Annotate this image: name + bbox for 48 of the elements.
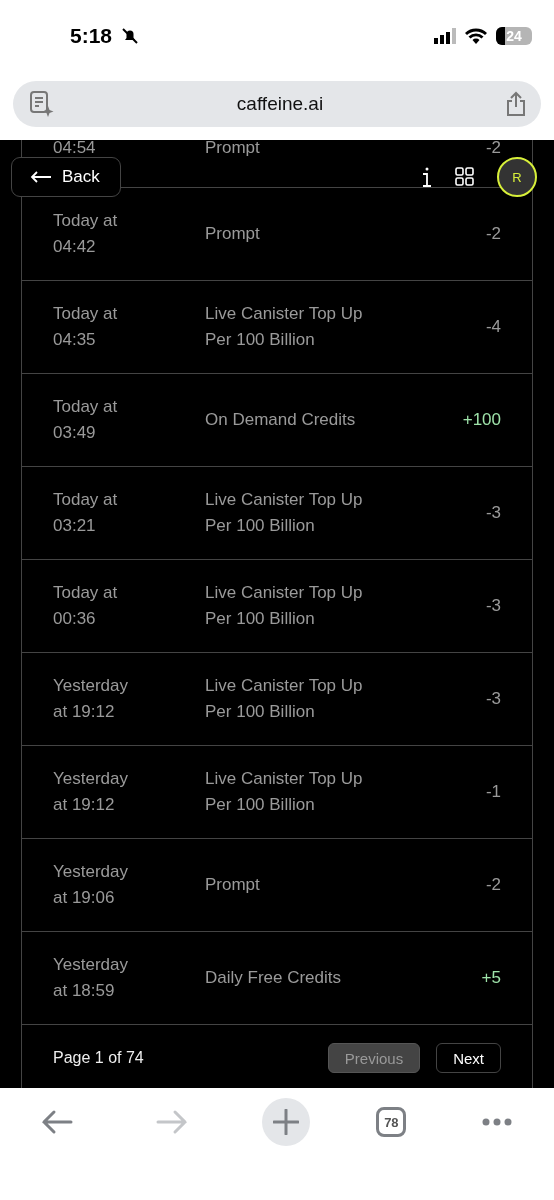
clock-time: 5:18: [70, 24, 113, 48]
transaction-amount: -2: [485, 223, 501, 245]
next-button[interactable]: Next: [436, 1043, 501, 1073]
share-icon[interactable]: [505, 91, 527, 117]
transaction-time: 04:54: [53, 140, 96, 159]
transaction-description: Live Canister Top Up Per 100 Billion: [205, 768, 363, 816]
transaction-time: Today at 03:21: [53, 489, 118, 537]
transaction-description: Prompt: [205, 223, 260, 245]
page-indicator: Page 1 of 74: [53, 1049, 145, 1067]
transaction-time: Yesterday at 19:06: [53, 861, 128, 909]
page-sparkle-icon[interactable]: [29, 90, 55, 118]
battery-icon: 24: [496, 27, 532, 45]
transaction-description: Live Canister Top Up Per 100 Billion: [205, 489, 363, 537]
transaction-amount: -3: [485, 595, 501, 617]
transaction-description: Prompt: [205, 874, 260, 896]
signal-icon: [434, 28, 456, 44]
tabs-button[interactable]: 78: [376, 1107, 407, 1137]
back-button[interactable]: Back: [11, 157, 121, 197]
new-tab-button[interactable]: [261, 1098, 310, 1146]
transaction-amount: +5: [481, 967, 501, 989]
transaction-time: Today at 03:49: [53, 396, 118, 444]
transaction-amount: -2: [485, 140, 501, 159]
transaction-description: Daily Free Credits: [205, 967, 342, 989]
transaction-time: Today at 04:35: [53, 303, 118, 351]
transaction-time: Yesterday at 18:59: [53, 954, 128, 1002]
transaction-amount: +100: [462, 409, 501, 431]
address-bar[interactable]: caffeine.ai: [13, 81, 541, 127]
avatar[interactable]: R: [497, 157, 537, 197]
transaction-amount: -1: [485, 781, 501, 803]
transaction-description: Live Canister Top Up Per 100 Billion: [205, 303, 363, 351]
transaction-description: Prompt: [205, 140, 260, 159]
wifi-icon: [464, 27, 488, 45]
plus-icon: [272, 1109, 299, 1135]
url-text: caffeine.ai: [236, 93, 324, 115]
transaction-amount: -4: [485, 316, 501, 338]
transaction-amount: -2: [485, 874, 501, 896]
transaction-amount: -3: [485, 688, 501, 710]
transaction-description: Live Canister Top Up Per 100 Billion: [205, 582, 363, 630]
info-icon[interactable]: [421, 166, 433, 188]
transaction-time: Yesterday at 19:12: [53, 768, 128, 816]
transaction-time: Today at 00:36: [53, 582, 118, 630]
transaction-time: Today at 04:42: [53, 210, 118, 258]
transaction-time: Yesterday at 19:12: [53, 675, 128, 723]
transaction-description: On Demand Credits: [205, 409, 356, 431]
transaction-amount: -3: [485, 502, 501, 524]
arrow-left-icon: [30, 171, 52, 183]
grid-icon[interactable]: [455, 167, 475, 187]
transaction-description: Live Canister Top Up Per 100 Billion: [205, 675, 363, 723]
